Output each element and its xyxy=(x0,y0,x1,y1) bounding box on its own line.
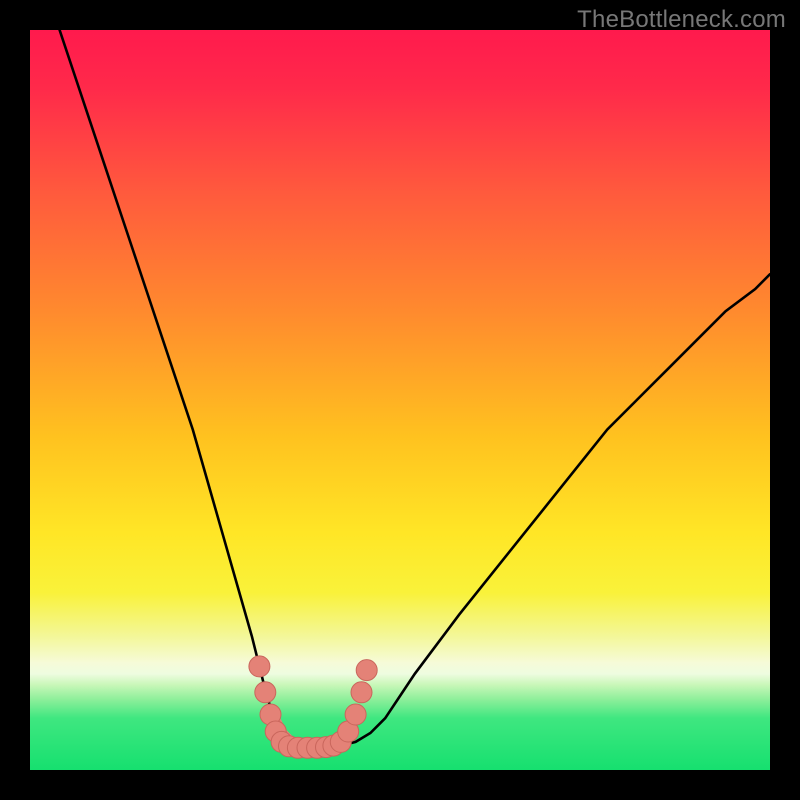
chart-frame: TheBottleneck.com xyxy=(0,0,800,800)
plot-area xyxy=(30,30,770,770)
curve-marker xyxy=(345,704,366,725)
curve-marker xyxy=(255,682,276,703)
curve-marker xyxy=(356,660,377,681)
watermark-text: TheBottleneck.com xyxy=(577,6,786,34)
gradient-background xyxy=(30,30,770,770)
curve-marker xyxy=(351,682,372,703)
bottleneck-curve-chart xyxy=(30,30,770,770)
curve-marker xyxy=(249,656,270,677)
